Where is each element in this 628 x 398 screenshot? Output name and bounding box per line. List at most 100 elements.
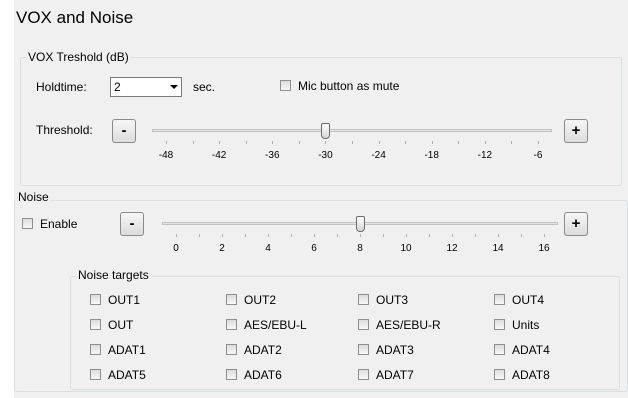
noise-slider-tick-label: 0 bbox=[173, 243, 179, 254]
holdtime-label: Holdtime: bbox=[36, 80, 87, 94]
noise-slider-tick bbox=[337, 234, 338, 237]
vox-slider-tick-label: -42 bbox=[211, 150, 227, 161]
vox-slider-tick-label: -48 bbox=[158, 150, 174, 161]
vox-slider-track bbox=[152, 129, 552, 132]
noise-slider-tick bbox=[383, 234, 384, 237]
holdtime-select[interactable]: 2 bbox=[110, 77, 182, 97]
noise-slider-tick-label: 12 bbox=[446, 243, 458, 254]
noise-slider-tick bbox=[406, 234, 407, 237]
noise-plus-button[interactable]: + bbox=[564, 212, 588, 236]
target-label: AES/EBU-R bbox=[376, 318, 441, 332]
vox-group-label: VOX Treshold (dB) bbox=[26, 50, 131, 64]
page-title: VOX and Noise bbox=[16, 8, 134, 27]
vox-slider-tick-label: -6 bbox=[533, 150, 543, 161]
chevron-down-icon bbox=[170, 85, 178, 89]
sec-label: sec. bbox=[193, 80, 216, 94]
vox-slider-tick bbox=[431, 141, 433, 144]
target-label: OUT3 bbox=[376, 293, 409, 307]
noise-slider-tick bbox=[475, 234, 476, 237]
target-label: Units bbox=[512, 318, 540, 332]
vox-slider-tick bbox=[298, 141, 300, 144]
target-checkbox-out2[interactable] bbox=[226, 294, 237, 305]
vox-slider-tick bbox=[458, 141, 460, 144]
target-checkbox-aes-ebu-r[interactable] bbox=[358, 319, 369, 330]
noise-slider-tick-label: 6 bbox=[311, 243, 317, 254]
target-label: OUT1 bbox=[108, 293, 141, 307]
target-label: OUT4 bbox=[512, 293, 545, 307]
target-checkbox-adat3[interactable] bbox=[358, 344, 369, 355]
vox-slider-tick bbox=[325, 141, 327, 144]
noise-slider-tick bbox=[498, 234, 499, 237]
noise-slider-tick bbox=[291, 234, 292, 237]
noise-slider-tick bbox=[222, 234, 223, 237]
vox-slider-tick bbox=[272, 141, 274, 144]
holdtime-value: 2 bbox=[114, 80, 121, 94]
target-label: ADAT7 bbox=[376, 368, 414, 382]
target-checkbox-adat8[interactable] bbox=[494, 369, 505, 380]
target-checkbox-adat1[interactable] bbox=[90, 344, 101, 355]
vox-slider-tick bbox=[245, 141, 247, 144]
target-checkbox-adat7[interactable] bbox=[358, 369, 369, 380]
noise-slider-tick bbox=[544, 234, 545, 237]
noise-slider-tick bbox=[245, 234, 246, 237]
mic-mute-label: Mic button as mute bbox=[298, 79, 400, 93]
noise-slider-tick bbox=[314, 234, 315, 237]
target-checkbox-adat2[interactable] bbox=[226, 344, 237, 355]
target-label: ADAT2 bbox=[244, 343, 282, 357]
target-label: ADAT3 bbox=[376, 343, 414, 357]
noise-slider-tick-label: 8 bbox=[357, 243, 363, 254]
noise-slider-tick bbox=[176, 234, 177, 237]
noise-enable-label: Enable bbox=[40, 217, 78, 231]
target-checkbox-units[interactable] bbox=[494, 319, 505, 330]
target-checkbox-adat4[interactable] bbox=[494, 344, 505, 355]
noise-group-label: Noise bbox=[16, 190, 51, 204]
vox-slider-tick-label: -30 bbox=[318, 150, 333, 161]
target-checkbox-out1[interactable] bbox=[90, 294, 101, 305]
noise-enable-checkbox[interactable] bbox=[22, 218, 33, 229]
vox-slider-tick bbox=[405, 141, 407, 144]
vox-slider-tick-label: -24 bbox=[371, 150, 386, 161]
vox-slider-tick-label: -12 bbox=[477, 150, 493, 161]
vox-slider-tick bbox=[192, 141, 194, 144]
vox-slider-tick-label: -36 bbox=[265, 150, 280, 161]
vox-slider-tick bbox=[538, 141, 539, 144]
target-checkbox-aes-ebu-l[interactable] bbox=[226, 319, 237, 330]
vox-slider-tick bbox=[352, 141, 353, 144]
noise-minus-button[interactable]: - bbox=[120, 212, 144, 236]
vox-slider-tick-label: -18 bbox=[424, 150, 439, 161]
noise-slider-tick bbox=[429, 234, 430, 237]
target-label: ADAT6 bbox=[244, 368, 282, 382]
noise-slider-tick bbox=[521, 234, 522, 237]
target-checkbox-out4[interactable] bbox=[494, 294, 505, 305]
vox-slider-tick bbox=[378, 141, 380, 144]
target-checkbox-out[interactable] bbox=[90, 319, 101, 330]
target-checkbox-out3[interactable] bbox=[358, 294, 369, 305]
vox-slider-tick bbox=[166, 141, 167, 144]
noise-slider-tick-label: 10 bbox=[400, 243, 412, 254]
vox-threshold-slider[interactable]: -48 -42 -36 -30 -24 -18 -12 -6 bbox=[152, 118, 552, 166]
vox-slider-tick bbox=[484, 141, 486, 144]
mic-mute-checkbox[interactable] bbox=[280, 80, 291, 91]
target-label: ADAT4 bbox=[512, 343, 550, 357]
noise-slider[interactable]: 0 2 4 6 8 10 12 14 16 bbox=[162, 211, 558, 259]
noise-slider-tick bbox=[199, 234, 200, 237]
target-checkbox-adat6[interactable] bbox=[226, 369, 237, 380]
noise-slider-tick bbox=[452, 234, 453, 237]
noise-slider-tick-label: 4 bbox=[265, 243, 271, 254]
target-label: OUT2 bbox=[244, 293, 277, 307]
noise-slider-tick-label: 14 bbox=[492, 243, 504, 254]
target-label: ADAT5 bbox=[108, 368, 146, 382]
target-label: ADAT1 bbox=[108, 343, 146, 357]
vox-noise-panel: VOX and Noise VOX Treshold (dB) Holdtime… bbox=[14, 0, 628, 398]
target-label: ADAT8 bbox=[512, 368, 550, 382]
vox-slider-thumb[interactable] bbox=[321, 123, 331, 139]
noise-slider-thumb[interactable] bbox=[356, 216, 365, 232]
target-label: OUT bbox=[108, 318, 134, 332]
vox-minus-button[interactable]: - bbox=[112, 119, 136, 143]
vox-plus-button[interactable]: + bbox=[564, 119, 588, 143]
threshold-label: Threshold: bbox=[36, 123, 93, 137]
noise-targets-label: Noise targets bbox=[76, 268, 151, 282]
noise-slider-tick bbox=[268, 234, 269, 237]
target-checkbox-adat5[interactable] bbox=[90, 369, 101, 380]
target-label: AES/EBU-L bbox=[244, 318, 307, 332]
